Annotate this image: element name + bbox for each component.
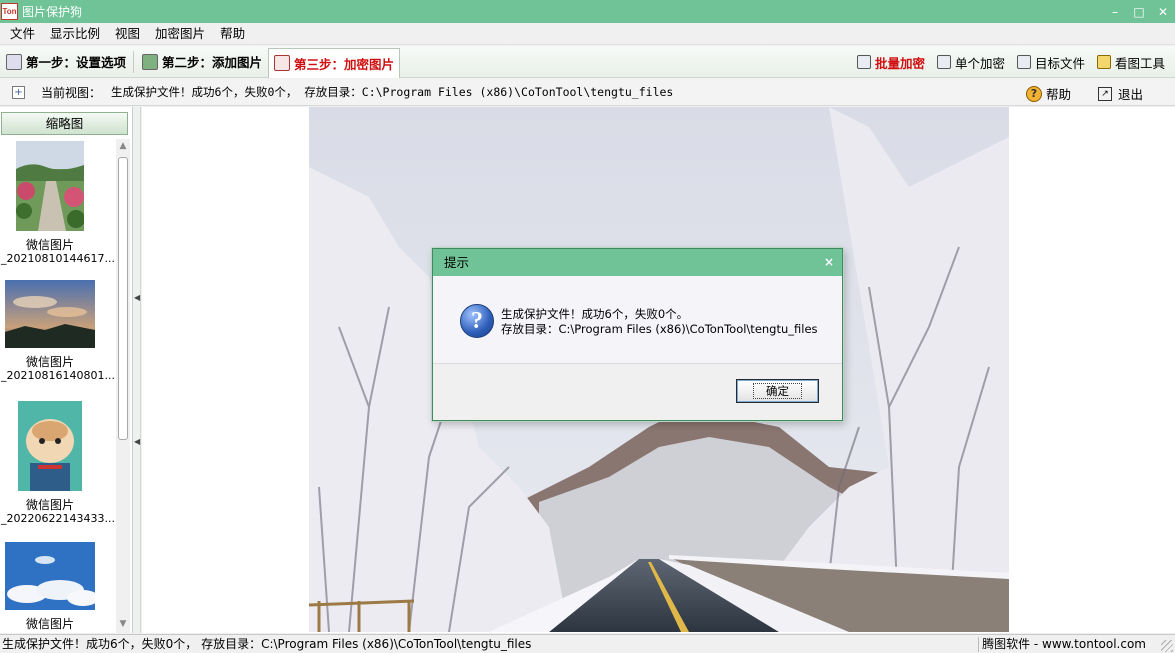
- viewer-tool-label: 看图工具: [1114, 55, 1165, 71]
- minimize-button[interactable]: –: [1103, 0, 1127, 23]
- thumbnail-filename: _20210810144617...: [1, 252, 115, 265]
- dialog-message-line-1: 生成保护文件！成功6个，失败0个。: [501, 307, 689, 321]
- thumbnail-name: 微信图片: [25, 498, 74, 512]
- title-bar: Ton 图片保护狗 – □ ✕: [0, 0, 1175, 23]
- dialog-body: ? 生成保护文件！成功6个，失败0个。 存放目录：C:\Program File…: [433, 276, 842, 364]
- status-company: 腾图软件 - www.tontool.com: [982, 637, 1146, 651]
- target-file-button[interactable]: 目标文件: [1016, 53, 1085, 72]
- window-controls: – □ ✕: [1103, 0, 1175, 23]
- current-view-text: 生成保护文件！成功6个，失败0个， 存放目录：C:\Program Files …: [111, 85, 674, 99]
- status-message: 生成保护文件！成功6个，失败0个， 存放目录：C:\Program Files …: [2, 637, 532, 651]
- dialog-close-button[interactable]: ×: [824, 249, 834, 276]
- thumbnail-image: [5, 280, 95, 348]
- current-view-label: 当前视图：: [41, 85, 102, 100]
- step-3-button[interactable]: 第三步：加密图片: [268, 47, 401, 78]
- single-encrypt-button[interactable]: 单个加密: [936, 53, 1005, 72]
- dialog-title: 提示: [444, 255, 470, 270]
- step-3-label: 第三步：加密图片: [294, 56, 395, 72]
- right-tools: 批量加密 单个加密 目标文件 看图工具: [845, 46, 1165, 78]
- thumbnail-item[interactable]: 微信图片 _20220622143433...: [0, 401, 115, 525]
- picture-icon: [142, 53, 159, 70]
- panel-splitter[interactable]: ◀ ◀: [133, 107, 141, 633]
- help-label: 帮助: [1045, 87, 1071, 102]
- exit-button[interactable]: ↗ 退出: [1097, 84, 1143, 103]
- step-1-label: 第一步：设置选项: [26, 55, 127, 70]
- menu-view[interactable]: 视图: [110, 23, 145, 45]
- question-mark-icon: ?: [460, 304, 494, 338]
- maximize-button[interactable]: □: [1127, 0, 1151, 23]
- collapse-left-icon[interactable]: ◀: [134, 437, 140, 447]
- dialog-title-bar: 提示 ×: [433, 249, 842, 276]
- menu-bar: 文件 显示比例 视图 加密图片 帮助: [0, 23, 1175, 45]
- gear-settings-icon: [6, 53, 22, 70]
- scrollbar-thumb[interactable]: [118, 157, 128, 440]
- batch-encrypt-label: 批量加密: [874, 55, 925, 71]
- single-encrypt-label: 单个加密: [954, 55, 1005, 71]
- status-bar: 生成保护文件！成功6个，失败0个， 存放目录：C:\Program Files …: [0, 634, 1175, 653]
- dialog-message-line-2: 存放目录：C:\Program Files (x86)\CoTonTool\te…: [501, 322, 818, 336]
- prompt-dialog: 提示 × ? 生成保护文件！成功6个，失败0个。 存放目录：C:\Program…: [432, 248, 843, 421]
- thumbnail-filename: _20220622143433...: [1, 512, 115, 525]
- encrypt-icon: [274, 55, 291, 71]
- step-2-label: 第二步：添加图片: [162, 55, 263, 70]
- thumbnail-image: [18, 401, 82, 491]
- expand-panel-button[interactable]: +: [12, 85, 25, 99]
- dialog-footer: 确定: [433, 364, 842, 420]
- scroll-up-icon[interactable]: ▲: [118, 141, 128, 151]
- window-title: 图片保护狗: [22, 5, 83, 19]
- app-logo-icon: Ton: [1, 3, 18, 20]
- thumbnail-name: 微信图片: [25, 238, 74, 252]
- thumbnail-header-button[interactable]: 缩略图: [1, 112, 128, 135]
- menu-file[interactable]: 文件: [5, 23, 40, 45]
- single-encrypt-icon: [936, 55, 951, 69]
- target-file-icon: [1016, 55, 1031, 69]
- divider: [133, 50, 135, 73]
- menu-encrypt[interactable]: 加密图片: [150, 23, 210, 45]
- thumbnail-item[interactable]: 微信图片 _20210816140801...: [0, 280, 115, 382]
- viewer-tool-button[interactable]: 看图工具: [1096, 53, 1165, 72]
- exit-icon: ↗: [1097, 86, 1112, 101]
- thumbnail-name: 微信图片: [25, 617, 74, 631]
- thumbnail-filename: _20210816140801...: [1, 369, 115, 382]
- ok-button-label: 确定: [753, 383, 802, 399]
- thumbnail-item[interactable]: 微信图片 _20210810144617...: [0, 141, 115, 265]
- info-bar: + 当前视图： 生成保护文件！成功6个，失败0个， 存放目录：C:\Progra…: [0, 79, 1175, 106]
- menu-help[interactable]: 帮助: [215, 23, 250, 45]
- target-file-label: 目标文件: [1034, 55, 1085, 71]
- batch-encrypt-icon: [856, 55, 871, 69]
- step-1-button[interactable]: 第一步：设置选项: [1, 48, 131, 76]
- thumbnail-list: 微信图片 _20210810144617... 微信图片 _2021081614…: [0, 139, 116, 633]
- close-window-button[interactable]: ✕: [1151, 0, 1175, 23]
- step-2-button[interactable]: 第二步：添加图片: [137, 48, 267, 76]
- step-toolbar: 第一步：设置选项 第二步：添加图片 第三步：加密图片 批量加密 单个加密 目标文…: [0, 46, 1175, 78]
- thumbnail-scrollbar[interactable]: ▲ ▼: [116, 139, 130, 633]
- viewer-tool-icon: [1096, 55, 1111, 69]
- question-icon: ?: [1025, 85, 1042, 102]
- scroll-down-icon[interactable]: ▼: [118, 619, 128, 629]
- exit-label: 退出: [1117, 87, 1143, 102]
- thumbnail-panel: 缩略图 微信图片 _20210810144617... 微信图片 _202108…: [0, 107, 133, 633]
- help-button[interactable]: ? 帮助: [1025, 84, 1071, 103]
- batch-encrypt-button[interactable]: 批量加密: [856, 53, 925, 72]
- ok-button[interactable]: 确定: [736, 379, 819, 403]
- dialog-message: 生成保护文件！成功6个，失败0个。 存放目录：C:\Program Files …: [501, 307, 818, 337]
- divider: [978, 637, 979, 652]
- thumbnail-name: 微信图片: [25, 355, 74, 369]
- resize-grip-icon[interactable]: [1161, 640, 1173, 652]
- thumbnail-item[interactable]: 微信图片: [0, 542, 100, 631]
- collapse-left-icon[interactable]: ◀: [134, 293, 140, 303]
- thumbnail-image: [16, 141, 85, 231]
- thumbnail-image: [5, 542, 99, 610]
- menu-zoom-ratio[interactable]: 显示比例: [45, 23, 105, 45]
